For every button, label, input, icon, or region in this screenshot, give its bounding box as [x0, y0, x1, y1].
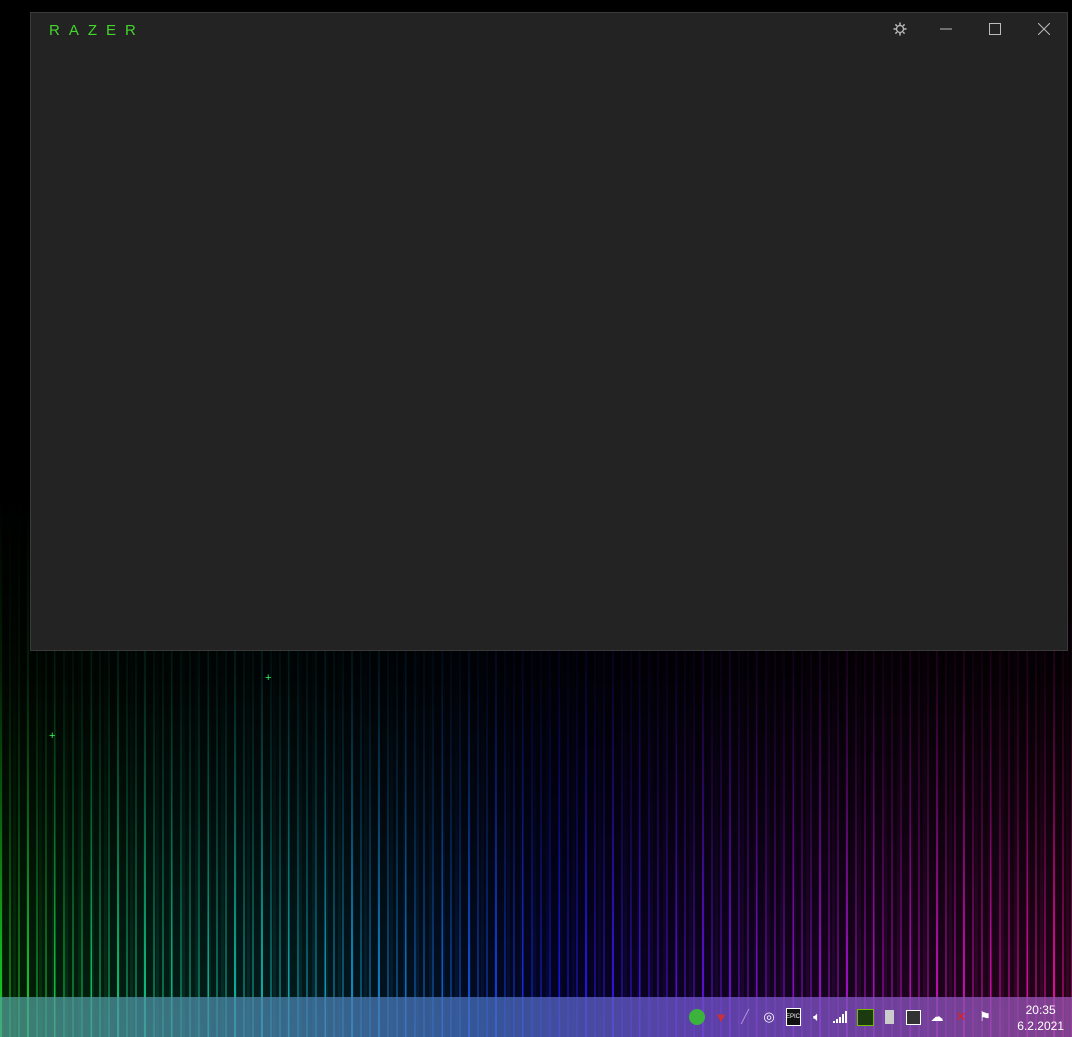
razer-logo: RAZER	[49, 22, 145, 39]
nvidia-icon[interactable]	[856, 1008, 874, 1026]
clock[interactable]: 20:35 6.2.2021	[1017, 1002, 1064, 1034]
settings-icon	[893, 22, 907, 36]
clock-time: 20:35	[1025, 1003, 1056, 1017]
power-error-icon[interactable]: ✕	[952, 1008, 970, 1026]
sparkle: +	[265, 672, 272, 684]
volume-icon[interactable]: 🔈︎	[808, 1008, 826, 1026]
steelseries-icon[interactable]: ◎	[760, 1008, 778, 1026]
network-signal-icon[interactable]	[832, 1008, 850, 1026]
minimize-icon	[940, 28, 952, 30]
feather-app-icon[interactable]: ╱	[736, 1008, 754, 1026]
red-app-icon[interactable]: ▼	[712, 1008, 730, 1026]
close-button[interactable]	[1021, 13, 1067, 45]
system-tray: ▼ ╱ ◎ EPIC 🔈︎ ☁ ✕ ⚑	[688, 997, 994, 1037]
taskbar: ▼ ╱ ◎ EPIC 🔈︎ ☁ ✕ ⚑ 20:35 6.2.2021	[0, 997, 1072, 1037]
razer-window: RAZER	[30, 12, 1068, 651]
tablet-icon[interactable]	[904, 1008, 922, 1026]
razer-synapse-icon[interactable]	[688, 1008, 706, 1026]
clock-date: 6.2.2021	[1017, 1019, 1064, 1033]
epic-games-icon[interactable]: EPIC	[784, 1008, 802, 1026]
maximize-button[interactable]	[972, 13, 1018, 45]
minimize-button[interactable]	[923, 13, 969, 45]
action-center-flag-icon[interactable]: ⚑	[976, 1008, 994, 1026]
desktop: + + RAZER ▼ ╱ ◎ EPIC 🔈︎ ☁ ✕ ⚑ 20:35 6.2.…	[0, 0, 1072, 1037]
settings-button[interactable]	[877, 13, 923, 45]
maximize-icon	[989, 23, 1001, 35]
sparkle: +	[49, 730, 56, 742]
usb-drive-icon[interactable]	[880, 1008, 898, 1026]
onedrive-warning-icon[interactable]: ☁	[928, 1008, 946, 1026]
close-icon	[1038, 23, 1050, 35]
